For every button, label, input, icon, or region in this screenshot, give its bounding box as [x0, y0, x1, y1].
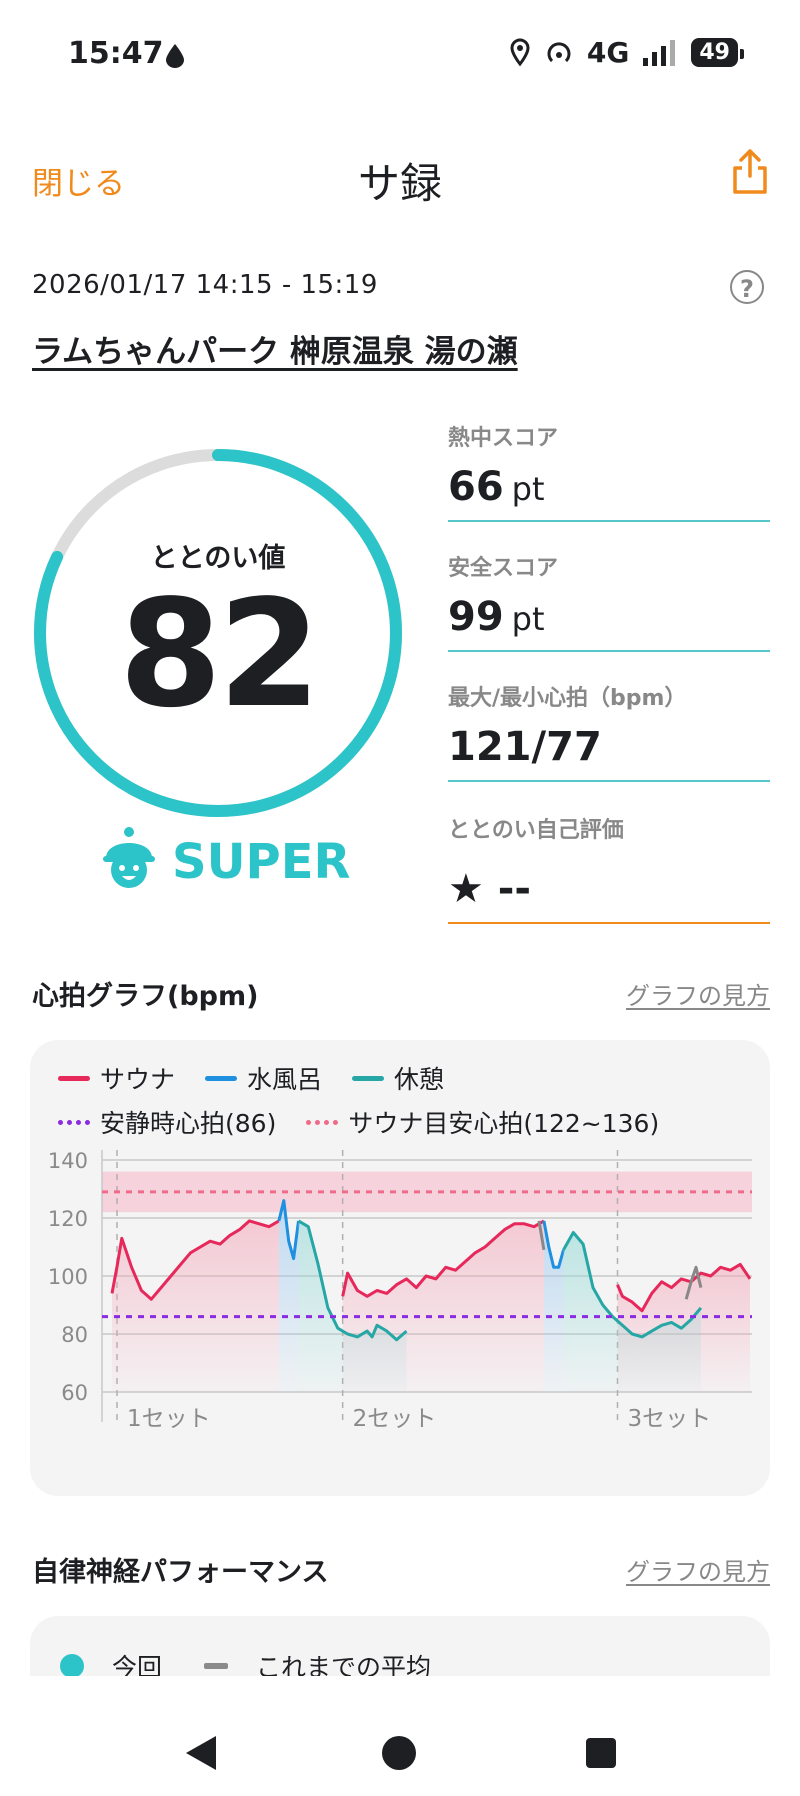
help-icon[interactable]: ?	[730, 270, 764, 304]
safety-score-number: 99	[448, 594, 504, 640]
y-tick-label: 100	[48, 1265, 88, 1289]
graph-legend-row-2: 安静時心拍(86) サウナ目安心拍(122~136)	[58, 1104, 659, 1140]
series-area	[543, 1220, 564, 1392]
legend-swatch	[58, 1075, 90, 1081]
legend-cold: 水風呂	[205, 1060, 322, 1096]
y-tick-label: 80	[61, 1323, 88, 1347]
legend-swatch	[306, 1119, 339, 1125]
heart-graph-title: 心拍グラフ(bpm)	[32, 981, 259, 1012]
mascot-icon	[103, 827, 155, 888]
legend-label: 休憩	[394, 1065, 445, 1094]
safety-score-value: 99 pt	[448, 594, 770, 640]
location-icon	[510, 37, 530, 66]
set-label: 3セット	[627, 1406, 711, 1432]
heat-score-block: 熱中スコア 66 pt	[448, 420, 770, 522]
hotspot-icon	[547, 41, 571, 62]
safety-score-label: 安全スコア	[448, 556, 559, 581]
status-time: 15:47	[68, 36, 164, 71]
heart-rate-value: 121/77	[448, 724, 602, 770]
score-value: 82	[119, 568, 321, 740]
heat-score-label: 熱中スコア	[448, 426, 559, 451]
self-rating-label: ととのい自己評価	[448, 818, 624, 843]
heart-rate-label: 最大/最小心拍（bpm）	[448, 686, 687, 711]
recents-icon[interactable]	[586, 1738, 616, 1768]
share-icon[interactable]	[730, 148, 770, 196]
legend-target-hr: サウナ目安心拍(122~136)	[306, 1104, 659, 1140]
drop-icon	[166, 44, 184, 68]
rank-label: SUPER	[172, 834, 351, 890]
heat-score-value: 66 pt	[448, 464, 770, 510]
series-area	[112, 1220, 279, 1392]
legend-swatch	[205, 1075, 238, 1081]
set-label: 1セット	[127, 1406, 211, 1432]
heart-graph-guide-link[interactable]: グラフの見方	[626, 976, 770, 1011]
legend-swatch	[58, 1119, 90, 1125]
heat-score-unit: pt	[511, 470, 545, 508]
page-title: サ録	[357, 159, 442, 208]
set-label: 2セット	[353, 1406, 437, 1432]
legend-label: サウナ目安心拍(122~136)	[348, 1109, 660, 1138]
facility-link[interactable]: ラムちゃんパーク 榊原温泉 湯の瀬	[32, 326, 518, 371]
home-icon[interactable]	[382, 1736, 416, 1770]
legend-sauna: サウナ	[58, 1060, 175, 1096]
safety-score-block: 安全スコア 99 pt	[448, 550, 770, 652]
signal-icon	[643, 39, 676, 66]
status-icons: 4G 49	[509, 36, 744, 69]
self-rating-value[interactable]: ★ --	[448, 866, 770, 912]
divider	[448, 520, 770, 522]
divider	[448, 922, 770, 924]
battery-icon: 49	[691, 38, 744, 67]
y-tick-label: 120	[48, 1207, 88, 1231]
y-tick-label: 60	[61, 1381, 88, 1405]
legend-label: 水風呂	[247, 1065, 323, 1094]
perf-title: 自律神経パフォーマンス	[32, 1557, 329, 1588]
session-datetime: 2026/01/17 14:15 - 15:19	[32, 270, 378, 300]
legend-rest: 休憩	[352, 1060, 444, 1096]
y-tick-label: 140	[48, 1149, 88, 1173]
current-dot-icon	[60, 1654, 84, 1678]
graph-legend-row-1: サウナ 水風呂 休憩	[58, 1060, 444, 1096]
safety-score-unit: pt	[511, 600, 545, 638]
legend-resting-hr: 安静時心拍(86)	[58, 1104, 276, 1140]
heat-score-number: 66	[448, 464, 504, 510]
legend-label: 安静時心拍(86)	[100, 1109, 277, 1138]
legend-swatch	[352, 1075, 385, 1081]
self-rating-block[interactable]: ととのい自己評価 ★ --	[448, 812, 770, 924]
divider	[448, 780, 770, 782]
divider	[448, 650, 770, 652]
heart-rate-block: 最大/最小心拍（bpm） 121/77	[448, 680, 770, 782]
network-type: 4G	[586, 36, 630, 69]
heart-rate-chart: 140 120 100 80 60 1セット 2セット 3セット	[48, 1149, 752, 1432]
back-icon[interactable]	[186, 1736, 216, 1770]
perf-guide-link[interactable]: グラフの見方	[626, 1552, 770, 1587]
average-dash-icon	[204, 1663, 229, 1669]
legend-label: サウナ	[100, 1065, 176, 1094]
